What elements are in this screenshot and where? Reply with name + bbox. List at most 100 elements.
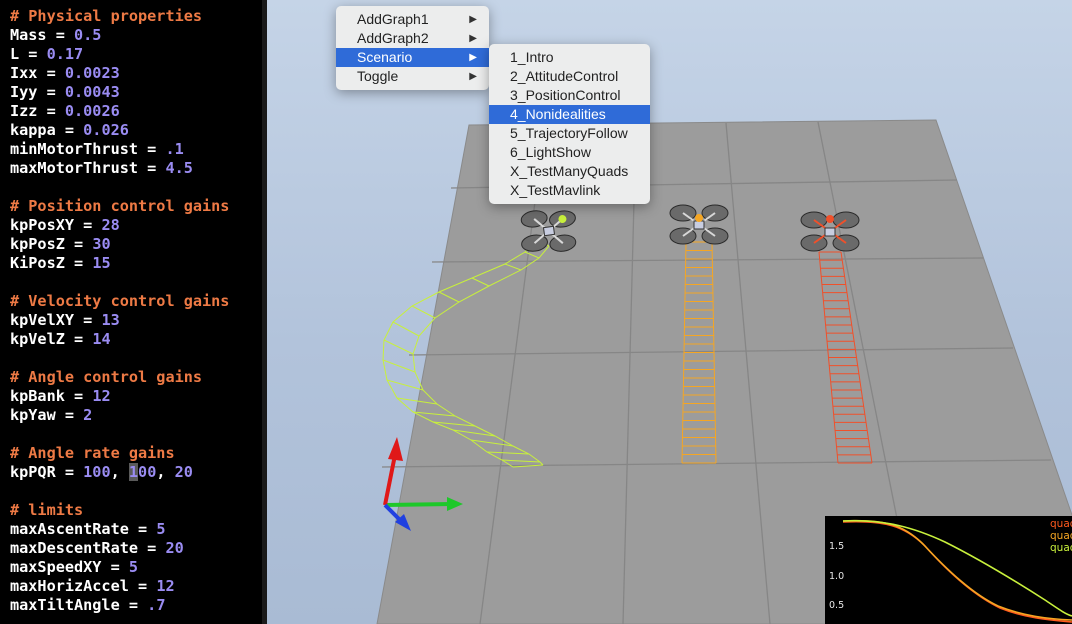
editor-param-line: maxSpeedXY = 5	[10, 558, 139, 576]
editor-param-line: kpVelXY = 13	[10, 311, 120, 329]
editor-param-line: maxHorizAccel = 12	[10, 577, 175, 595]
param-key: Iyy	[10, 83, 38, 101]
menu-item-addgraph1[interactable]: AddGraph1 ▶	[336, 10, 489, 29]
param-key: Mass	[10, 26, 47, 44]
param-value: 28	[101, 216, 120, 234]
param-key: maxMotorThrust	[10, 159, 139, 177]
param-key: Izz	[10, 102, 38, 120]
scenario-item-3_positioncontrol[interactable]: 3_PositionControl	[489, 86, 650, 105]
graph-panel[interactable]: 1.5 1.0 0.5 quad quad quad	[825, 516, 1072, 624]
trail-rung	[392, 321, 420, 337]
editor-param-line: kpBank = 12	[10, 387, 111, 405]
menu-item-label: AddGraph1	[357, 11, 429, 27]
editor-comment-line: # limits	[10, 501, 83, 520]
graph-ytick: 1.5	[829, 541, 845, 552]
editor-param-line: kpPosZ = 30	[10, 235, 111, 253]
graph-line-orange	[842, 519, 1072, 621]
editor-param-line: maxTiltAngle = .7	[10, 596, 166, 614]
graph-plot	[842, 519, 1072, 623]
param-value: 100	[83, 463, 111, 481]
param-key: Ixx	[10, 64, 38, 82]
param-key: maxSpeedXY	[10, 558, 102, 576]
param-value: 5	[128, 558, 139, 576]
param-key: maxAscentRate	[10, 520, 129, 538]
scenario-item-1_intro[interactable]: 1_Intro	[489, 48, 650, 67]
comment-text: # Position control gains	[10, 197, 230, 215]
menu-item-label: Scenario	[357, 49, 413, 65]
editor-param-line: KiPosZ = 15	[10, 254, 111, 272]
param-value: 12	[156, 577, 175, 595]
submenu-arrow-icon: ▶	[469, 71, 477, 82]
param-key: L	[10, 45, 20, 63]
editor-param-line: kpVelZ = 14	[10, 330, 111, 348]
editor-param-line: maxDescentRate = 20	[10, 539, 184, 557]
scenario-item-6_lightshow[interactable]: 6_LightShow	[489, 143, 650, 162]
param-key: KiPosZ	[10, 254, 65, 272]
menu-item-toggle[interactable]: Toggle ▶	[336, 67, 489, 86]
editor-param-line: kappa = 0.026	[10, 121, 129, 139]
menu-item-label: AddGraph2	[357, 30, 429, 46]
param-key: maxDescentRate	[10, 539, 139, 557]
menu-item-label: Toggle	[357, 68, 399, 84]
param-key: maxTiltAngle	[10, 596, 120, 614]
param-key: kpVelZ	[10, 330, 65, 348]
param-key: kpYaw	[10, 406, 56, 424]
param-value: 0.0023	[64, 64, 120, 82]
editor-comment-line: # Physical properties	[10, 7, 202, 26]
param-value: 100	[128, 463, 157, 481]
param-value: .7	[147, 596, 166, 614]
param-key: minMotorThrust	[10, 140, 139, 158]
editor-comment-line: # Angle rate gains	[10, 444, 175, 463]
param-value: .1	[165, 140, 184, 158]
editor-param-line: kpPQR = 100, 100, 20	[10, 463, 193, 481]
text-cursor: 1	[128, 463, 139, 481]
param-value: 20	[174, 463, 193, 481]
graph-line-green	[842, 519, 1072, 617]
scenario-item-x_testmanyquads[interactable]: X_TestManyQuads	[489, 162, 650, 181]
param-value: 0.17	[46, 45, 84, 63]
param-key: kappa	[10, 121, 56, 139]
context-menu: AddGraph1 ▶ AddGraph2 ▶ Scenario ▶ Toggle ▶	[336, 6, 489, 90]
param-key: kpPosZ	[10, 235, 65, 253]
param-value: 0.026	[83, 121, 129, 139]
editor-param-line: maxMotorThrust = 4.5	[10, 159, 193, 177]
param-value: 4.5	[165, 159, 193, 177]
param-value: 20	[165, 539, 184, 557]
editor-param-line: kpYaw = 2	[10, 406, 93, 424]
trail-rung	[386, 379, 424, 391]
comment-text: # limits	[10, 501, 84, 519]
editor-param-line: Mass = 0.5	[10, 26, 102, 44]
menu-item-addgraph2[interactable]: AddGraph2 ▶	[336, 29, 489, 48]
comment-text: # Velocity control gains	[10, 292, 230, 310]
param-value: 0.5	[74, 26, 102, 44]
graph-legend-item: quad	[1050, 518, 1072, 530]
graph-ytick: 1.0	[829, 571, 845, 582]
param-key: kpBank	[10, 387, 65, 405]
menu-item-scenario[interactable]: Scenario ▶	[336, 48, 489, 67]
editor-comment-line: # Position control gains	[10, 197, 229, 216]
param-key: kpVelXY	[10, 311, 75, 329]
param-value: 30	[92, 235, 111, 253]
scenario-item-x_testmavlink[interactable]: X_TestMavlink	[489, 181, 650, 200]
param-key: kpPQR	[10, 463, 56, 481]
editor-comment-line: # Angle control gains	[10, 368, 202, 387]
comment-text: # Physical properties	[10, 7, 203, 25]
param-value: 0.0026	[64, 102, 120, 120]
comment-text: # Angle rate gains	[10, 444, 175, 462]
editor-param-line: maxAscentRate = 5	[10, 520, 166, 538]
editor-param-line: minMotorThrust = .1	[10, 140, 184, 158]
editor-param-line: Izz = 0.0026	[10, 102, 120, 120]
param-key: maxHorizAccel	[10, 577, 129, 595]
scenario-item-4_nonidealities[interactable]: 4_Nonidealities	[489, 105, 650, 124]
editor-param-line: Iyy = 0.0043	[10, 83, 120, 101]
graph-ytick: 0.5	[829, 600, 845, 611]
editor-comment-line: # Velocity control gains	[10, 292, 229, 311]
param-value: 14	[92, 330, 111, 348]
param-value: 2	[83, 406, 93, 424]
scenario-item-5_trajectoryfollow[interactable]: 5_TrajectoryFollow	[489, 124, 650, 143]
editor-param-line: L = 0.17	[10, 45, 84, 63]
param-value: 12	[92, 387, 111, 405]
scenario-item-2_attitudecontrol[interactable]: 2_AttitudeControl	[489, 67, 650, 86]
param-value: 5	[156, 520, 166, 538]
config-editor[interactable]: # Physical properties Mass = 0.5 L = 0.17 I…	[0, 0, 267, 624]
